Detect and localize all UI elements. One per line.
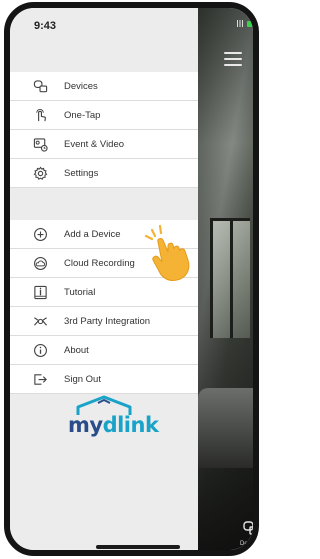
devices-icon	[32, 78, 48, 94]
sofa-in-photo	[198, 388, 253, 468]
gear-icon	[32, 165, 48, 181]
status-time: 9:43	[34, 20, 57, 32]
one-tap-icon	[32, 107, 48, 123]
menu-item-sign-out[interactable]: Sign Out	[10, 365, 198, 394]
menu-item-label: Cloud Recording	[64, 257, 135, 269]
signal-icon	[235, 20, 245, 27]
phone-frame: Device 9:43 Devices One-Tap Event & Vide…	[4, 2, 259, 556]
menu-item-settings[interactable]: Settings	[10, 159, 198, 188]
primary-menu: Devices One-Tap Event & Video Settings	[10, 72, 198, 188]
menu-item-label: Tutorial	[64, 286, 96, 298]
logo-text: mydlink	[68, 413, 159, 437]
menu-item-label: Sign Out	[64, 373, 101, 385]
battery-icon	[247, 20, 253, 27]
menu-item-event-video[interactable]: Event & Video	[10, 130, 198, 159]
menu-item-label: 3rd Party Integration	[64, 315, 151, 327]
hamburger-icon[interactable]	[224, 52, 242, 66]
mydlink-logo: mydlink	[64, 395, 160, 445]
info-icon	[32, 342, 48, 358]
menu-item-label: Settings	[64, 167, 99, 179]
logo-my: my	[68, 413, 103, 437]
menu-item-one-tap[interactable]: One-Tap	[10, 101, 198, 130]
window-in-photo	[210, 218, 250, 338]
menu-item-third-party[interactable]: 3rd Party Integration	[10, 307, 198, 336]
menu-item-label: Devices	[64, 80, 98, 92]
menu-item-label: One-Tap	[64, 109, 101, 121]
plus-circle-icon	[32, 226, 48, 242]
status-icons	[235, 20, 253, 27]
logo-dlink: dlink	[102, 413, 159, 437]
menu-item-label: About	[64, 344, 89, 356]
sign-out-icon	[32, 371, 48, 387]
devices-tab-icon[interactable]	[242, 520, 253, 536]
cloud-icon	[32, 255, 48, 271]
camera-background-image	[198, 8, 253, 550]
menu-item-label: Add a Device	[64, 228, 121, 240]
home-indicator	[96, 545, 180, 549]
devices-tab-label[interactable]: Device	[240, 541, 253, 547]
tapping-hand-icon	[144, 224, 190, 281]
tutorial-icon	[32, 284, 48, 300]
event-video-icon	[32, 136, 48, 152]
menu-item-label: Event & Video	[64, 138, 125, 150]
menu-item-devices[interactable]: Devices	[10, 72, 198, 101]
menu-item-about[interactable]: About	[10, 336, 198, 365]
integration-icon	[32, 313, 48, 329]
